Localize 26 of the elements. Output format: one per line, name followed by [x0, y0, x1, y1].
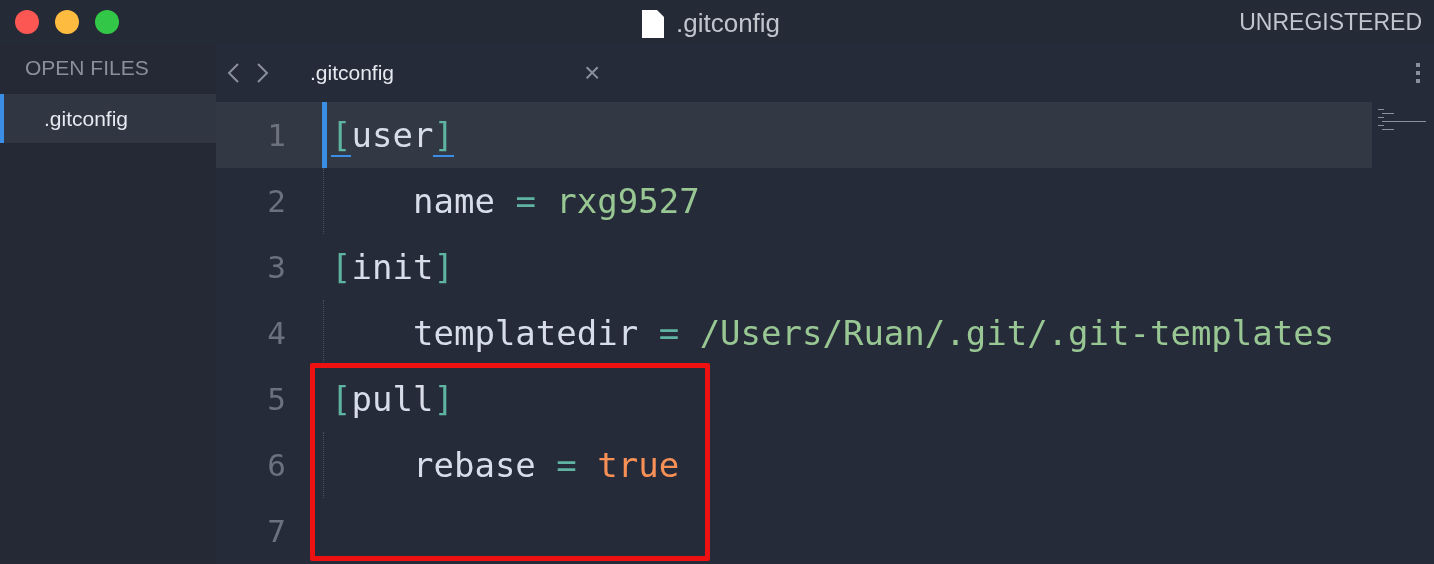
code-line: [pull] — [330, 378, 454, 421]
line-number: 2 — [266, 183, 286, 219]
open-file-item[interactable]: .gitconfig — [0, 94, 216, 143]
line-number: 4 — [266, 315, 286, 351]
more-icon[interactable] — [1416, 63, 1420, 83]
sidebar-heading: OPEN FILES — [24, 55, 150, 81]
code-line: rebase = true — [412, 444, 680, 487]
line-number: 5 — [266, 381, 286, 417]
line-number: 6 — [266, 447, 286, 483]
code-line: templatedir = /Users/Ruan/.git/.git-templates — [412, 312, 1335, 355]
close-window-button[interactable] — [15, 10, 39, 34]
license-status: UNREGISTERED — [1239, 8, 1422, 36]
indent-guide — [323, 432, 324, 498]
minimize-window-button[interactable] — [55, 10, 79, 34]
line-number: 1 — [266, 117, 286, 153]
code-line: name = rxg9527 — [412, 180, 700, 223]
file-icon — [642, 9, 664, 38]
line-number: 3 — [266, 249, 286, 285]
zoom-window-button[interactable] — [95, 10, 119, 34]
indent-guide — [323, 168, 324, 234]
close-tab-button[interactable]: × — [584, 57, 601, 89]
file-tab[interactable]: .gitconfig — [310, 55, 395, 91]
line-number: 7 — [266, 513, 286, 549]
code-line: [user] — [330, 114, 454, 157]
code-line: [init] — [330, 246, 454, 289]
window-title: .gitconfig — [676, 8, 781, 39]
